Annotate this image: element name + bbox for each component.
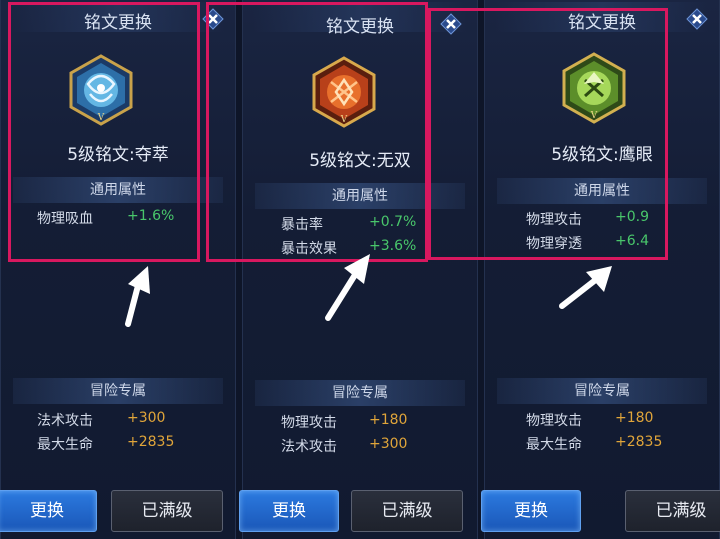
rune-emblem-icon: V (562, 52, 626, 124)
up-arrow-icon (559, 266, 612, 309)
stat-name: 最大生命 (37, 437, 93, 453)
rune-name: 5级铭文:夺萃 (67, 145, 169, 165)
stat-name: 物理穿透 (526, 236, 582, 252)
general-attributes-header: 通用属性 (13, 177, 223, 203)
svg-text:V: V (97, 113, 105, 123)
maxed-level-button[interactable]: 已满级 (111, 490, 223, 532)
replace-button[interactable]: 更换 (0, 490, 97, 532)
stat-value: +0.7% (369, 214, 417, 230)
stat-value: +0.9 (615, 209, 649, 225)
close-icon[interactable] (202, 8, 224, 30)
maxed-level-button[interactable]: 已满级 (351, 490, 463, 532)
replace-button[interactable]: 更换 (481, 490, 581, 532)
maxed-level-button[interactable]: 已满级 (625, 490, 720, 532)
rune-name: 5级铭文:无双 (309, 151, 411, 171)
stat-name: 物理攻击 (526, 212, 582, 228)
stat-value: +180 (369, 412, 408, 428)
stat-value: +300 (369, 436, 408, 452)
general-attributes-header: 通用属性 (255, 183, 465, 209)
stat-name: 物理攻击 (281, 415, 337, 431)
stat-value: +300 (127, 410, 166, 426)
stat-name: 物理吸血 (37, 211, 93, 227)
stat-value: +2835 (127, 434, 175, 450)
svg-text:V: V (340, 115, 348, 125)
general-attributes-header: 通用属性 (497, 178, 707, 204)
stat-name: 法术攻击 (281, 439, 337, 455)
stat-value: +6.4 (615, 233, 649, 249)
stat-value: +180 (615, 410, 654, 426)
up-arrow-icon (125, 266, 150, 327)
rune-emblem-icon: V (69, 54, 133, 126)
panel-title: 铭文更换 (568, 13, 636, 33)
panel-title: 铭文更换 (84, 13, 152, 33)
stat-name: 法术攻击 (37, 413, 93, 429)
rune-name: 5级铭文:鹰眼 (551, 145, 653, 165)
stat-value: +2835 (615, 434, 663, 450)
adventure-attributes-header: 冒险专属 (255, 380, 465, 406)
stat-name: 物理攻击 (526, 413, 582, 429)
stat-name: 最大生命 (526, 437, 582, 453)
replace-button[interactable]: 更换 (239, 490, 339, 532)
rune-emblem-icon: V (312, 56, 376, 128)
stat-value: +1.6% (127, 208, 175, 224)
close-icon[interactable] (686, 8, 708, 30)
svg-text:V: V (590, 111, 598, 121)
close-icon[interactable] (440, 13, 462, 35)
adventure-attributes-header: 冒险专属 (497, 378, 707, 404)
up-arrow-icon (325, 254, 370, 321)
adventure-attributes-header: 冒险专属 (13, 378, 223, 404)
stat-name: 暴击率 (281, 217, 323, 233)
